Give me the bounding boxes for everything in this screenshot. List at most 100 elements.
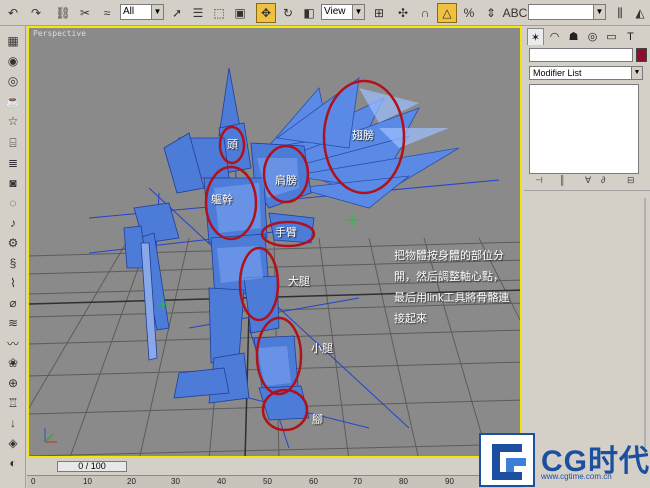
layers-icon[interactable]: ≣: [3, 154, 23, 172]
instruction-note: 把物體按身體的部位分 開，然后調整軸心點， 最后用link工具將骨骼連 接起來: [394, 246, 510, 330]
modifier-stack[interactable]: [529, 84, 639, 174]
teapot-icon[interactable]: ☕: [3, 92, 23, 110]
named-selection-dropdown[interactable]: ▼: [528, 4, 606, 20]
spinner-snap-icon[interactable]: ⇕: [481, 3, 501, 23]
reference-coordinate-dropdown[interactable]: View ▼: [321, 4, 365, 20]
left-tab-toolbar: ▦ ◉ ◎ ☕ ☆ ⌸ ≣ ◙ ◌ ♪ ⚙ § ⌇ ⌀ ≋ 〰 ❀ ⊕ ♖ ↓ …: [0, 26, 26, 488]
tube-icon[interactable]: ◌: [3, 194, 23, 212]
motion-tab-icon[interactable]: ◎: [584, 28, 601, 45]
hierarchy-tab-icon[interactable]: ☗: [565, 28, 582, 45]
pin-stack-icon[interactable]: ⊣: [535, 175, 543, 186]
selection-filter-dropdown[interactable]: All ▼: [120, 4, 164, 20]
label-shoulder: 肩膀: [275, 175, 297, 187]
object-icon[interactable]: ◐: [3, 454, 23, 472]
time-slider-bar: 0 / 100 0 10 20 30 40 50 60 70 80 90 100: [27, 458, 522, 488]
cylinder-icon[interactable]: ⌸: [3, 134, 23, 152]
edit-named-selection-icon[interactable]: ABC: [503, 3, 527, 23]
axis-tripod: [44, 428, 57, 443]
gear-icon[interactable]: ⚙: [3, 234, 23, 252]
spring-icon[interactable]: §: [3, 254, 23, 272]
panel-scrollbar[interactable]: [644, 198, 646, 448]
select-object-icon[interactable]: ➚: [167, 3, 187, 23]
utilities-tab-icon[interactable]: T: [622, 28, 639, 45]
ruler-label: 50: [263, 477, 272, 486]
label-arm: 手臂: [275, 227, 297, 239]
chevron-down-icon: ▼: [631, 67, 642, 79]
display-tab-icon[interactable]: ▭: [603, 28, 620, 45]
ruler-label: 60: [309, 477, 318, 486]
show-end-result-icon[interactable]: ║: [559, 175, 565, 185]
track-bar[interactable]: 0 10 20 30 40 50 60 70 80 90 100: [27, 475, 522, 488]
make-unique-icon[interactable]: ∀: [585, 175, 591, 186]
ruler-label: 40: [217, 477, 226, 486]
noise-icon[interactable]: ❀: [3, 354, 23, 372]
perspective-viewport[interactable]: Perspective 翅膀 頭 肩膀 軀幹 手臂 大腿 小腿 腳 把物體按身體…: [27, 26, 522, 458]
note-line: 最后用link工具將骨骼連: [394, 292, 510, 304]
modifier-list-dropdown[interactable]: Modifier List ▼: [529, 66, 643, 80]
object-name-field[interactable]: [529, 48, 633, 62]
label-wings: 翅膀: [352, 130, 374, 142]
chevron-down-icon: ▼: [352, 5, 364, 19]
command-panel: ✶ ◠ ☗ ◎ ▭ T Modifier List ▼ ⊣ ║ ∀ ∂ ⊟: [524, 26, 650, 458]
ruler-label: 20: [127, 477, 136, 486]
stack-tools: ⊣ ║ ∀ ∂ ⊟: [529, 175, 643, 187]
remove-modifier-icon[interactable]: ∂: [601, 175, 605, 185]
redo-icon[interactable]: ↷: [26, 3, 46, 23]
pivot-center-icon[interactable]: ⊞: [369, 3, 389, 23]
select-and-move-icon[interactable]: ✥: [256, 3, 276, 23]
undo-icon[interactable]: ↶: [3, 3, 23, 23]
star-shape-icon[interactable]: ☆: [3, 112, 23, 130]
percent-snap-icon[interactable]: %: [459, 3, 479, 23]
modify-tab-icon[interactable]: ◠: [546, 28, 563, 45]
note-line: 開，然后調整軸心點，: [394, 271, 504, 283]
label-torso: 軀幹: [211, 194, 233, 206]
ruler-label: 0: [31, 477, 36, 486]
mirror-icon[interactable]: ⫼: [610, 3, 630, 23]
bind-space-warp-icon[interactable]: ≈: [97, 3, 117, 23]
pin-icon[interactable]: ↓: [3, 414, 23, 432]
unlink-icon[interactable]: ✂: [75, 3, 95, 23]
box-primitive-icon[interactable]: ▦: [3, 32, 23, 50]
wheel-icon[interactable]: ⊕: [3, 374, 23, 392]
ruler-label: 10: [83, 477, 92, 486]
create-tab-icon[interactable]: ✶: [527, 28, 544, 45]
torus-icon[interactable]: ◎: [3, 72, 23, 90]
viewport-label[interactable]: Perspective: [33, 29, 86, 38]
cgtime-watermark: CG时代 www.cgtime.com.cn: [478, 432, 650, 488]
label-thigh: 大腿: [288, 276, 310, 288]
configure-sets-icon[interactable]: ⊟: [627, 175, 635, 186]
select-by-name-icon[interactable]: ☰: [188, 3, 208, 23]
angle-snap-icon[interactable]: △: [437, 3, 457, 23]
ruler-label: 30: [171, 477, 180, 486]
note-line: 接起來: [394, 313, 427, 325]
rectangular-selection-icon[interactable]: ⬚: [209, 3, 229, 23]
note-line: 把物體按身體的部位分: [394, 250, 504, 262]
ruler-label: 70: [353, 477, 362, 486]
bend-icon[interactable]: ⌇: [3, 274, 23, 292]
figure-icon[interactable]: ♖: [3, 394, 23, 412]
spotlight-icon[interactable]: ♪: [3, 214, 23, 232]
divider: [524, 190, 650, 191]
object-color-swatch[interactable]: [636, 48, 647, 62]
bone-icon[interactable]: ⌀: [3, 294, 23, 312]
window-crossing-icon[interactable]: ▣: [230, 3, 250, 23]
camera-icon[interactable]: ◙: [3, 174, 23, 192]
ripple-icon[interactable]: 〰: [3, 334, 23, 352]
helper-icon[interactable]: ◈: [3, 434, 23, 452]
label-calf: 小腿: [311, 343, 333, 355]
label-foot: 腳: [312, 414, 323, 426]
time-slider[interactable]: 0 / 100: [57, 461, 127, 472]
chevron-down-icon: ▼: [593, 5, 605, 19]
select-link-icon[interactable]: ⛓: [53, 3, 73, 23]
align-icon[interactable]: ◭: [630, 3, 650, 23]
cgtime-logo-icon: [479, 433, 535, 487]
sphere-primitive-icon[interactable]: ◉: [3, 52, 23, 70]
snaps-toggle-icon[interactable]: ∩: [415, 3, 435, 23]
chevron-down-icon: ▼: [151, 5, 163, 19]
wave-icon[interactable]: ≋: [3, 314, 23, 332]
select-manipulate-icon[interactable]: ✣: [393, 3, 413, 23]
ruler-label: 90: [445, 477, 454, 486]
select-and-scale-icon[interactable]: ◧: [299, 3, 319, 23]
ruler-label: 80: [399, 477, 408, 486]
select-and-rotate-icon[interactable]: ↻: [278, 3, 298, 23]
